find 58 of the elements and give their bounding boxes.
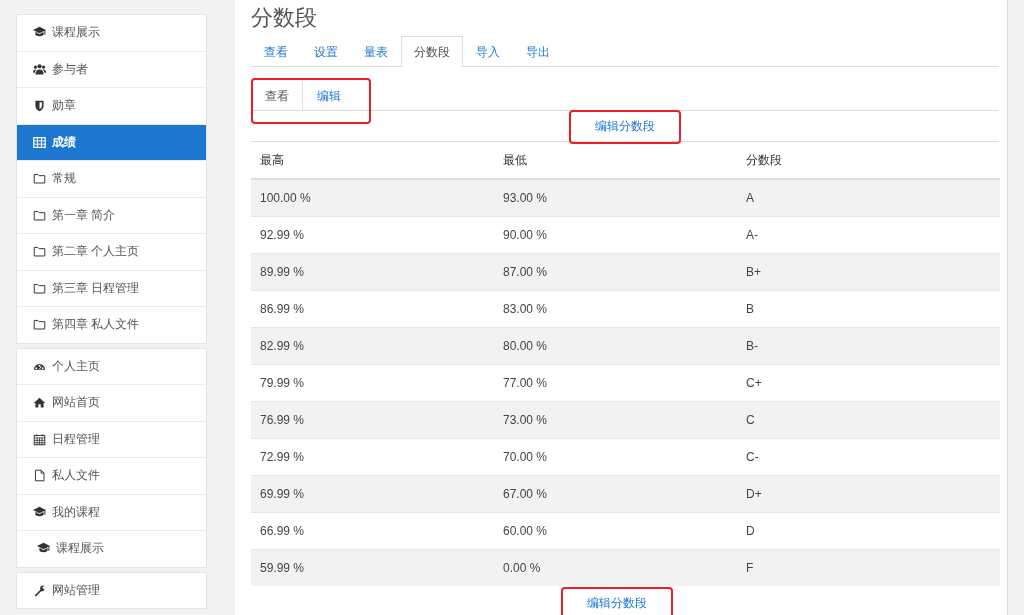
sidebar-item[interactable]: 日程管理	[17, 420, 206, 457]
table-cell: 89.99 %	[251, 253, 494, 291]
sidebar-item[interactable]: 第二章 个人主页	[17, 233, 206, 270]
table-cell: 80.00 %	[494, 327, 737, 365]
sidebar-item[interactable]: 勋章	[17, 87, 206, 124]
home-icon	[33, 396, 46, 410]
edit-link[interactable]: 编辑分数段	[595, 118, 655, 133]
table-cell: 100.00 %	[251, 179, 494, 217]
sidebar-item[interactable]: 网站管理	[17, 572, 206, 608]
sidebar-item[interactable]: 成绩	[17, 123, 206, 160]
table-cell: 59.99 %	[251, 549, 494, 586]
folder-icon	[33, 172, 46, 186]
file-icon	[33, 469, 46, 483]
tab[interactable]: 分数段	[401, 36, 463, 67]
table-cell: A	[737, 179, 1000, 217]
tab[interactable]: 导入	[463, 36, 513, 67]
edit-link[interactable]: 编辑分数段	[587, 595, 647, 610]
table-cell: 82.99 %	[251, 327, 494, 365]
users-icon	[33, 62, 46, 76]
sidebar-item[interactable]: 网站首页	[17, 384, 206, 421]
graduation-cap-icon	[33, 505, 46, 519]
tab[interactable]: 导出	[513, 36, 563, 67]
table-cell: 87.00 %	[494, 253, 737, 291]
table-cell: 73.00 %	[494, 401, 737, 439]
table-cell: B-	[737, 327, 1000, 365]
tab[interactable]: 设置	[301, 36, 351, 67]
table-cell: 0.00 %	[494, 549, 737, 586]
sidebar-item[interactable]: 常规	[17, 160, 206, 197]
sidebar-item[interactable]: 第三章 日程管理	[17, 269, 206, 306]
sidebar-item[interactable]: 课程展示	[17, 15, 206, 51]
tab[interactable]: 量表	[351, 36, 401, 67]
tab[interactable]: 查看	[251, 80, 303, 111]
table-icon	[33, 135, 46, 149]
sidebar-item[interactable]: 参与者	[17, 50, 206, 87]
table-cell: 93.00 %	[494, 179, 737, 217]
shield-icon	[33, 99, 46, 113]
table-cell: 76.99 %	[251, 401, 494, 439]
table-cell: F	[737, 549, 1000, 586]
folder-icon	[33, 208, 46, 222]
tab[interactable]: 查看	[251, 36, 301, 67]
folder-icon	[33, 318, 46, 332]
sidebar-item[interactable]: 私人文件	[17, 457, 206, 494]
folder-icon	[33, 281, 46, 295]
folder-icon	[33, 245, 46, 259]
sidebar-item[interactable]: 课程展示	[17, 530, 206, 567]
table-cell: 67.00 %	[494, 475, 737, 513]
table-cell: B+	[737, 253, 1000, 291]
page-title: 分数段	[251, 4, 318, 32]
calendar-icon	[33, 432, 46, 446]
table-cell: D+	[737, 475, 1000, 513]
table-cell: C	[737, 401, 1000, 439]
sidebar-item[interactable]: 个人主页	[17, 348, 206, 384]
sidebar-item[interactable]: 我的课程	[17, 493, 206, 530]
wrench-icon	[33, 583, 46, 597]
tab[interactable]: 编辑	[303, 80, 355, 111]
sidebar-item[interactable]: 第一章 简介	[17, 196, 206, 233]
sidebar-item[interactable]: 第四章 私人文件	[17, 306, 206, 343]
table-cell: 69.99 %	[251, 475, 494, 513]
